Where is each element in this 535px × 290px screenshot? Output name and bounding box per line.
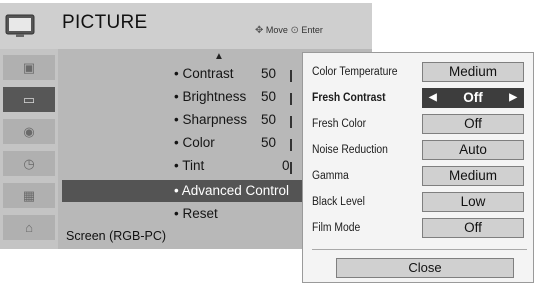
category-sidebar: ▣ ▭ ◉ ◷ ▦ ⌂ [0, 49, 58, 249]
fresh-contrast-value: Off [463, 90, 483, 105]
popup-row-noise-reduction[interactable]: Noise Reduction Auto [312, 140, 532, 162]
tv-icon [5, 14, 35, 37]
black-level-label: Black Level [312, 196, 365, 208]
popup-row-film-mode[interactable]: Film Mode Off [312, 218, 532, 240]
clock-icon[interactable]: ◷ [3, 151, 55, 176]
picture-thumb-icon[interactable]: ▣ [3, 55, 55, 80]
enter-hint: Enter [301, 25, 323, 35]
menu-item-tint[interactable]: • Tint [174, 158, 204, 173]
film-mode-label: Film Mode [312, 222, 361, 234]
popup-row-gamma[interactable]: Gamma Medium [312, 166, 532, 188]
popup-row-fresh-color[interactable]: Fresh Color Off [312, 114, 532, 136]
four-way-arrow-icon: ✥ [255, 25, 264, 36]
screen-mode-label: Screen (RGB-PC) [66, 229, 167, 243]
menu-item-reset[interactable]: • Reset [174, 206, 218, 221]
fresh-color-label: Fresh Color [312, 118, 367, 130]
scroll-up-icon[interactable]: ▲ [214, 51, 224, 62]
gamma-value[interactable]: Medium [422, 166, 524, 186]
brightness-value: 50 [261, 89, 277, 104]
color-value: 50 [261, 135, 277, 150]
left-arrow-icon[interactable]: ◀ [429, 89, 437, 107]
contrast-bar [290, 70, 292, 82]
brightness-bar [290, 93, 292, 105]
fresh-contrast-label: Fresh Contrast [312, 92, 386, 104]
menu-item-brightness[interactable]: • Brightness [174, 89, 246, 104]
sharpness-bar [290, 116, 292, 128]
noise-reduction-value[interactable]: Auto [422, 140, 524, 160]
film-mode-value[interactable]: Off [422, 218, 524, 238]
noise-reduction-label: Noise Reduction [312, 144, 388, 156]
audio-icon[interactable]: ◉ [3, 119, 55, 144]
option-icon[interactable]: ▦ [3, 183, 55, 208]
popup-row-fresh-contrast[interactable]: Fresh Contrast ◀ Off ▶ [312, 88, 532, 110]
popup-divider [312, 249, 527, 250]
gamma-label: Gamma [312, 170, 349, 182]
fresh-color-value[interactable]: Off [422, 114, 524, 134]
lock-icon[interactable]: ⌂ [3, 215, 55, 240]
advanced-control-popup: Color Temperature Medium Fresh Contrast … [302, 52, 534, 283]
color-temperature-value[interactable]: Medium [422, 62, 524, 82]
sharpness-value: 50 [261, 112, 277, 127]
contrast-value: 50 [261, 66, 277, 81]
tint-value: 0 [282, 158, 290, 173]
close-button[interactable]: Close [336, 258, 514, 278]
right-arrow-icon[interactable]: ▶ [509, 89, 517, 107]
black-level-value[interactable]: Low [422, 192, 524, 212]
tint-bar [290, 162, 292, 174]
tv-screen-icon[interactable]: ▭ [3, 87, 55, 112]
menu-header: PICTURE ✥ Move ⊙ Enter [0, 3, 372, 49]
menu-item-color[interactable]: • Color [174, 135, 215, 150]
menu-item-sharpness[interactable]: • Sharpness [174, 112, 247, 127]
popup-row-black-level[interactable]: Black Level Low [312, 192, 532, 214]
menu-title: PICTURE [62, 12, 148, 33]
popup-row-color-temperature[interactable]: Color Temperature Medium [312, 62, 532, 84]
move-hint: Move [265, 25, 288, 35]
color-bar [290, 139, 292, 151]
menu-item-contrast[interactable]: • Contrast [174, 66, 234, 81]
fresh-contrast-selector[interactable]: ◀ Off ▶ [422, 88, 524, 108]
navigation-hint: ✥ Move ⊙ Enter [255, 25, 323, 36]
enter-dot-icon: ⊙ [290, 25, 299, 36]
color-temperature-label: Color Temperature [312, 66, 398, 78]
